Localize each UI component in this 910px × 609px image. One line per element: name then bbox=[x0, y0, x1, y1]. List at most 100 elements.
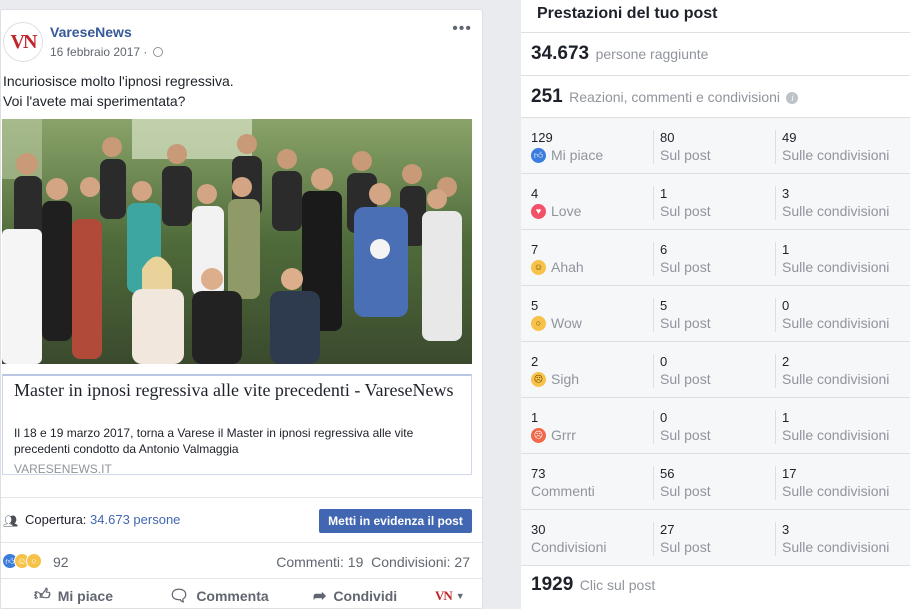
post-cell: 56 Sul post bbox=[653, 466, 773, 500]
reach-label: persone raggiunte bbox=[595, 46, 709, 62]
post-value: 1 bbox=[660, 186, 668, 201]
comments-count-link[interactable]: Commenti: 19 bbox=[276, 554, 363, 570]
post-value: 5 bbox=[660, 298, 668, 313]
reactions-summary: 👍︎ ☺ ○ 92 Commenti: 19 Condivisioni: 27 bbox=[1, 542, 482, 578]
post-value: 0 bbox=[660, 410, 668, 425]
post-value: 27 bbox=[660, 522, 675, 537]
breakdown-table: 129 👍︎ Mi piace 80 Sul post 49 Sulle cond… bbox=[521, 117, 910, 566]
shares-cell: 3 Sulle condivisioni bbox=[775, 522, 905, 556]
divider bbox=[521, 32, 910, 33]
reaction-label: ☹ Grrr bbox=[531, 427, 651, 443]
shares-count-link[interactable]: Condivisioni: 27 bbox=[371, 554, 470, 570]
table-row: 4 ♥ Love 1 Sul post 3 Sulle condivisioni bbox=[521, 174, 910, 230]
reaction-label: 👍︎ Mi piace bbox=[531, 147, 651, 163]
total-cell: 7 ☺ Ahah bbox=[531, 242, 651, 275]
post-actions: 👍︎ Mi piace 🗨︎ Commenta ➦ Condividi VN ▼ bbox=[1, 578, 482, 608]
link-preview[interactable]: Master in ipnosi regressiva alle vite pr… bbox=[2, 374, 472, 476]
post-date[interactable]: 16 febbraio 2017 · bbox=[50, 45, 163, 59]
shares-cell: 0 Sulle condivisioni bbox=[775, 298, 905, 332]
like-button[interactable]: 👍︎ Mi piace bbox=[34, 586, 113, 605]
shares-cell: 1 Sulle condivisioni bbox=[775, 242, 905, 276]
clicks-value: 1929 bbox=[531, 574, 574, 595]
total-cell: 2 ☹ Sigh bbox=[531, 354, 651, 387]
shares-cell: 49 Sulle condivisioni bbox=[775, 130, 905, 164]
post-card: VN VareseNews 16 febbraio 2017 · ••• Inc… bbox=[0, 9, 483, 609]
shares-label: Sulle condivisioni bbox=[782, 147, 890, 163]
post-performance-panel: Prestazioni del tuo post 34.673 persone … bbox=[521, 0, 910, 609]
shares-value: 3 bbox=[782, 186, 790, 201]
total-cell: 30 Condivisioni bbox=[531, 522, 651, 555]
post-label: Sul post bbox=[660, 483, 711, 499]
reaction-label-text: Love bbox=[551, 203, 582, 219]
divider bbox=[521, 75, 910, 76]
post-as-page-selector[interactable]: VN ▼ bbox=[435, 588, 465, 604]
post-value: 0 bbox=[660, 354, 668, 369]
comment-button-label: Commenta bbox=[196, 588, 269, 604]
reach-metric: 34.673 persone raggiunte bbox=[531, 43, 708, 65]
link-description: Il 18 e 19 marzo 2017, torna a Varese il… bbox=[14, 426, 414, 456]
sad-icon: ☹ bbox=[531, 371, 546, 387]
reaction-label: ○ Wow bbox=[531, 315, 651, 331]
shares-label: Sulle condivisioni bbox=[782, 203, 890, 219]
total-cell: 4 ♥ Love bbox=[531, 186, 651, 219]
table-row: 1 ☹ Grrr 0 Sul post 1 Sulle condivisioni bbox=[521, 398, 910, 454]
post-text-line-2: Voi l'avete mai sperimentata? bbox=[3, 93, 186, 109]
more-options-icon[interactable]: ••• bbox=[452, 20, 472, 38]
total-cell: 5 ○ Wow bbox=[531, 298, 651, 331]
wow-icon: ○ bbox=[531, 315, 546, 331]
panel-title: Prestazioni del tuo post bbox=[537, 5, 718, 22]
like-icon: 👍︎ bbox=[531, 147, 546, 163]
reaction-icons[interactable]: 👍︎ ☺ ○ bbox=[2, 553, 42, 569]
coverage-bar: 👥︎ Copertura: 34.673 persone Metti in ev… bbox=[1, 497, 482, 542]
shares-value: 1 bbox=[782, 410, 790, 425]
comment-button[interactable]: 🗨︎ Commenta bbox=[169, 586, 269, 606]
shares-value: 49 bbox=[782, 130, 797, 145]
total-value: 73 bbox=[531, 466, 546, 481]
table-row: 73 Commenti 56 Sul post 17 Sulle condivi… bbox=[521, 454, 910, 510]
engagement-label: Reazioni, commenti e condivisioni bbox=[569, 89, 781, 105]
table-row: 2 ☹ Sigh 0 Sul post 2 Sulle condivisioni bbox=[521, 342, 910, 398]
engagement-metric: 251 Reazioni, commenti e condivisioni i bbox=[531, 86, 799, 108]
post-header: VN VareseNews 16 febbraio 2017 · ••• bbox=[1, 10, 482, 70]
reaction-count[interactable]: 92 bbox=[53, 554, 69, 570]
post-cell: 0 Sul post bbox=[653, 354, 773, 388]
haha-icon: ☺ bbox=[531, 259, 546, 275]
table-row: 30 Condivisioni 27 Sul post 3 Sulle cond… bbox=[521, 510, 910, 566]
globe-icon bbox=[152, 47, 163, 57]
clicks-label: Clic sul post bbox=[579, 577, 656, 593]
post-label: Sul post bbox=[660, 371, 711, 387]
coverage-label: Copertura: bbox=[25, 512, 87, 527]
shares-label: Sulle condivisioni bbox=[782, 427, 890, 443]
shares-label: Sulle condivisioni bbox=[782, 539, 890, 555]
share-button-label: Condividi bbox=[333, 588, 398, 604]
post-photo[interactable] bbox=[2, 119, 472, 364]
page-name-link[interactable]: VareseNews bbox=[50, 24, 132, 40]
comment-icon: 🗨︎ bbox=[169, 588, 190, 605]
table-row: 129 👍︎ Mi piace 80 Sul post 49 Sulle cond… bbox=[521, 118, 910, 174]
share-icon: ➦ bbox=[313, 588, 327, 605]
post-value: 6 bbox=[660, 242, 668, 257]
total-cell: 73 Commenti bbox=[531, 466, 651, 499]
avatar-logo: VN bbox=[10, 30, 38, 53]
reaction-label-text: Mi piace bbox=[551, 147, 604, 163]
people-icon: 👥︎ bbox=[3, 514, 19, 528]
post-text-line-1: Incuriosisce molto l'ipnosi regressiva. bbox=[3, 73, 234, 89]
boost-post-button[interactable]: Metti in evidenza il post bbox=[319, 509, 472, 533]
love-icon: ♥ bbox=[531, 203, 546, 219]
link-domain: VARESENEWS.IT bbox=[14, 462, 112, 476]
page-avatar[interactable]: VN bbox=[3, 22, 43, 62]
info-icon[interactable]: i bbox=[786, 92, 799, 104]
link-title[interactable]: Master in ipnosi regressiva alle vite pr… bbox=[14, 379, 454, 401]
shares-cell: 17 Sulle condivisioni bbox=[775, 466, 905, 500]
reach-value: 34.673 bbox=[531, 43, 590, 64]
date-separator: · bbox=[143, 45, 148, 59]
table-row: 7 ☺ Ahah 6 Sul post 1 Sulle condivisioni bbox=[521, 230, 910, 286]
shares-value: 17 bbox=[782, 466, 797, 481]
shares-cell: 3 Sulle condivisioni bbox=[775, 186, 905, 220]
shares-value: 3 bbox=[782, 522, 790, 537]
share-button[interactable]: ➦ Condividi bbox=[313, 586, 397, 606]
coverage-value-link[interactable]: 34.673 persone bbox=[90, 512, 180, 527]
shares-total-label: Condivisioni bbox=[531, 539, 607, 555]
total-value: 7 bbox=[531, 242, 539, 257]
reaction-label-text: Sigh bbox=[551, 371, 580, 387]
